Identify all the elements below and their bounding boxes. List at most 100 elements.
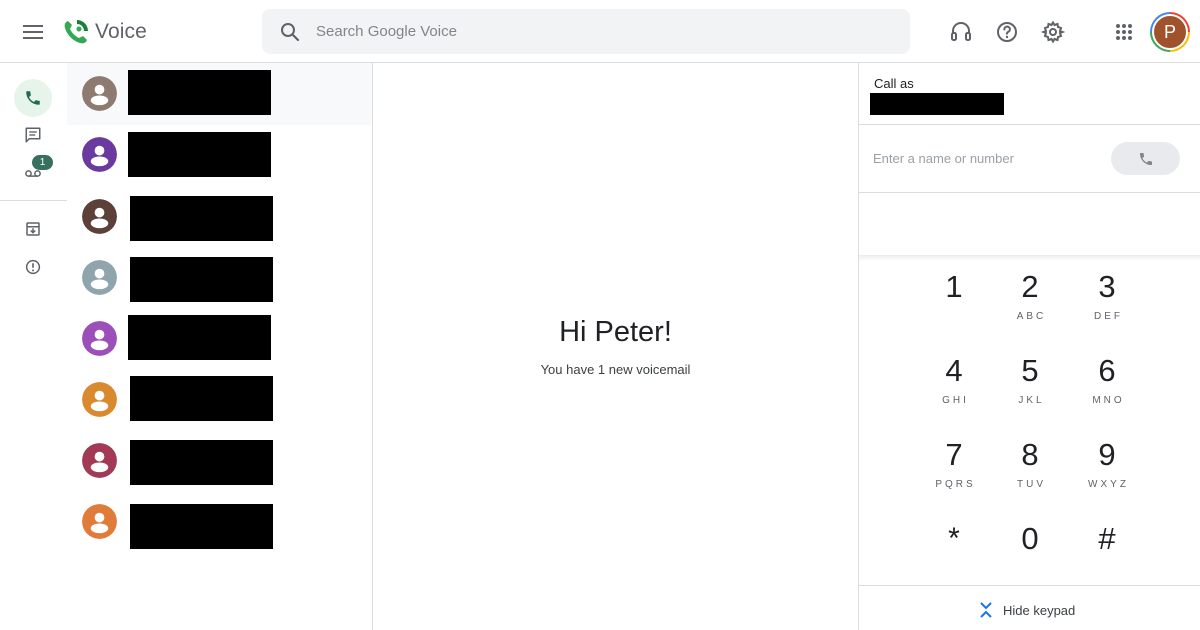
voicemail-badge: 1	[32, 155, 53, 170]
redacted-caller-number[interactable]	[870, 93, 1004, 115]
keypad-digit: 0	[1021, 521, 1039, 556]
divider	[859, 585, 1200, 586]
archive-icon	[26, 222, 40, 236]
left-nav-rail: 1	[0, 63, 67, 630]
contact-avatar-icon	[82, 504, 117, 539]
list-item[interactable]	[67, 373, 372, 435]
keypad-key-1[interactable]: 1	[919, 269, 989, 335]
list-item[interactable]	[67, 497, 372, 559]
keypad-letters: JKL	[1018, 395, 1045, 406]
redacted-contact-name	[128, 132, 271, 177]
headset-icon	[951, 22, 971, 41]
keypad-digit: 9	[1098, 437, 1116, 472]
keypad-digit: 8	[1021, 437, 1039, 472]
voicemail-summary: You have 1 new voicemail	[540, 362, 691, 377]
nav-calls[interactable]	[14, 79, 52, 117]
keypad-digit: 7	[945, 437, 963, 472]
keypad-digit: 1	[945, 269, 963, 304]
keypad-digit: 4	[945, 353, 963, 388]
keypad-letters: TUV	[1017, 479, 1046, 490]
divider	[859, 192, 1200, 193]
keypad-digit: 5	[1021, 353, 1039, 388]
contact-avatar-icon	[82, 382, 117, 417]
redacted-contact-name	[128, 70, 271, 115]
keypad-key-hash[interactable]: #	[1072, 521, 1142, 587]
message-icon	[25, 127, 41, 143]
search-icon[interactable]	[278, 20, 302, 44]
keypad-key-9[interactable]: 9 WXYZ	[1072, 437, 1142, 503]
keypad-key-2[interactable]: 2 ABC	[995, 269, 1065, 335]
greeting-title: Hi Peter!	[559, 316, 672, 348]
keypad-key-star[interactable]: *	[919, 521, 989, 587]
apps-grid-icon	[1116, 24, 1132, 40]
contact-avatar-icon	[82, 321, 117, 356]
call-as-label: Call as	[874, 76, 914, 91]
main-content: Hi Peter! You have 1 new voicemail	[373, 63, 858, 630]
avatar-initial: P	[1163, 21, 1176, 42]
list-item[interactable]	[67, 435, 372, 497]
redacted-contact-name	[130, 504, 273, 549]
list-item[interactable]	[67, 63, 372, 125]
hide-keypad-button[interactable]: Hide keypad	[979, 598, 1075, 622]
nav-spam[interactable]	[14, 248, 52, 286]
keypad-key-4[interactable]: 4 GHI	[919, 353, 989, 419]
gear-icon	[1041, 20, 1065, 44]
list-item[interactable]	[67, 125, 372, 187]
call-button[interactable]	[1111, 142, 1180, 175]
keypad-letters: ABC	[1016, 311, 1047, 322]
spam-icon	[25, 259, 41, 275]
keypad-digit: 6	[1098, 353, 1116, 388]
nav-messages[interactable]	[14, 116, 52, 154]
list-item[interactable]	[67, 187, 372, 249]
account-avatar[interactable]: P	[1152, 14, 1188, 50]
keypad-digit: 2	[1021, 269, 1039, 304]
voice-logo-icon[interactable]	[62, 18, 90, 46]
nav-archive[interactable]	[14, 210, 52, 248]
list-item[interactable]	[67, 311, 372, 373]
keypad-key-8[interactable]: 8 TUV	[995, 437, 1065, 503]
support-button[interactable]	[948, 19, 974, 45]
contact-avatar-icon	[82, 199, 117, 234]
contact-avatar-icon	[82, 443, 117, 478]
keypad-key-7[interactable]: 7 PQRS	[919, 437, 989, 503]
main-menu-button[interactable]	[18, 18, 48, 46]
keypad-digit: *	[948, 522, 960, 555]
dialer-panel: Call as 1 2 ABC 3 DEF 4 GHI 5 JKL 6 MNO 7 PQRS 8 TUV 9 W…	[858, 63, 1200, 630]
collapse-icon	[980, 602, 992, 618]
redacted-contact-name	[130, 376, 273, 421]
help-icon	[997, 22, 1017, 42]
keypad-letters: MNO	[1092, 395, 1125, 406]
keypad-digit: #	[1098, 521, 1116, 556]
menu-icon	[23, 25, 43, 39]
settings-button[interactable]	[1040, 19, 1066, 45]
redacted-contact-name	[130, 196, 273, 241]
app-name[interactable]: Voice	[95, 20, 147, 44]
help-button[interactable]	[994, 19, 1020, 45]
search-bar[interactable]	[262, 9, 910, 54]
keypad-letters: WXYZ	[1088, 479, 1129, 490]
number-input[interactable]	[873, 143, 1103, 173]
keypad-letters: GHI	[942, 395, 969, 406]
divider	[859, 124, 1200, 125]
redacted-contact-name	[128, 315, 271, 360]
contact-avatar-icon	[82, 260, 117, 295]
nav-divider	[0, 200, 67, 201]
phone-icon	[26, 91, 40, 105]
call-history-list	[67, 63, 373, 630]
hide-keypad-label: Hide keypad	[1003, 602, 1076, 618]
search-input[interactable]	[316, 9, 896, 54]
contact-avatar-icon	[82, 76, 117, 111]
top-app-bar: Voice Search Google Voice P	[0, 0, 1200, 63]
keypad-digit: 3	[1098, 269, 1116, 304]
redacted-contact-name	[130, 440, 273, 485]
list-item[interactable]	[67, 249, 372, 311]
keypad-key-3[interactable]: 3 DEF	[1072, 269, 1142, 335]
apps-button[interactable]	[1111, 19, 1137, 45]
keypad-letters: DEF	[1094, 311, 1123, 322]
keypad-top-shadow	[859, 255, 1200, 261]
keypad-letters: PQRS	[935, 479, 976, 490]
keypad-key-6[interactable]: 6 MNO	[1072, 353, 1142, 419]
keypad-key-0[interactable]: 0	[995, 521, 1065, 587]
keypad-key-5[interactable]: 5 JKL	[995, 353, 1065, 419]
contact-avatar-icon	[82, 137, 117, 172]
